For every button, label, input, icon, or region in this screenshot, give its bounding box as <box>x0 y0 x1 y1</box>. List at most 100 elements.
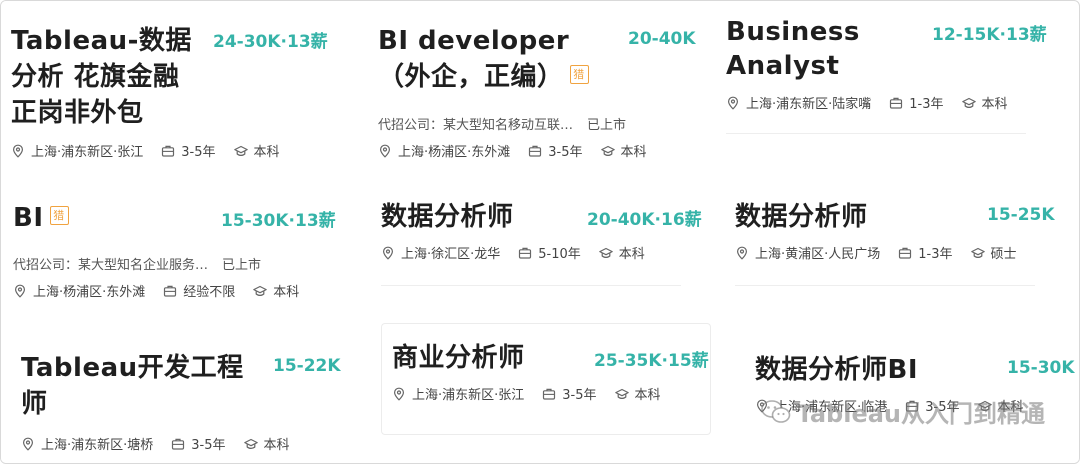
graduation-cap-icon <box>601 144 615 158</box>
graduation-cap-icon <box>615 387 629 401</box>
job-title[interactable]: 数据分析师BI <box>755 352 918 388</box>
job-card[interactable]: Tableau开发工程师 15-22K 上海·浦东新区·塘桥 3-5年 本科 <box>1 326 361 463</box>
experience-text: 1-3年 <box>918 247 953 262</box>
location: 上海·浦东新区·张江 <box>392 384 524 403</box>
job-card[interactable]: 数据分析师 20-40K·16薪 上海·徐汇区·龙华 5-10年 本科 <box>371 181 706 291</box>
job-meta: 上海·杨浦区·东外滩 经验不限 本科 <box>13 281 317 300</box>
briefcase-icon <box>528 144 542 158</box>
experience: 3-5年 <box>171 434 226 453</box>
experience-text: 3-5年 <box>191 438 226 453</box>
location: 上海·浦东新区·塘桥 <box>21 434 153 453</box>
headhunter-badge: 猎 <box>569 65 589 84</box>
education-text: 硕士 <box>990 247 1017 262</box>
education: 本科 <box>234 141 280 160</box>
job-card[interactable]: Tableau-数据分析 花旗金融正岗非外包 24-30K·13薪 上海·浦东新… <box>1 1 361 171</box>
experience: 1-3年 <box>898 243 953 262</box>
location: 上海·浦东新区·陆家嘴 <box>726 93 871 112</box>
education-text: 本科 <box>620 145 647 160</box>
card-divider <box>726 133 1026 134</box>
briefcase-icon <box>898 246 912 260</box>
job-title[interactable]: BI developer （外企，正编）猎 <box>378 23 618 95</box>
job-meta: 上海·浦东新区·陆家嘴 1-3年 本科 <box>726 93 1026 112</box>
experience-text: 5-10年 <box>538 247 581 262</box>
experience-text: 1-3年 <box>909 97 944 112</box>
job-title[interactable]: 商业分析师 <box>392 340 525 376</box>
job-title-text: BI developer （外企，正编） <box>378 26 570 92</box>
briefcase-icon <box>518 246 532 260</box>
education-text: 本科 <box>634 388 661 403</box>
job-card[interactable]: BI 猎 15-30K·13薪 代招公司：某大型知名企业服务… 已上市 上海·杨浦区… <box>1 186 361 311</box>
salary: 20-40K·16薪 <box>587 210 702 230</box>
wechat-watermark: Tableau从入门到精通 <box>760 394 1045 429</box>
job-card[interactable]: 数据分析师 15-25K 上海·黄浦区·人民广场 1-3年 硕士 <box>723 181 1063 291</box>
briefcase-icon <box>542 387 556 401</box>
location-pin-icon <box>726 96 740 110</box>
experience-text: 经验不限 <box>183 285 236 300</box>
briefcase-icon <box>171 437 185 451</box>
job-meta: 上海·浦东新区·张江 3-5年 本科 <box>11 141 298 160</box>
location-text: 上海·杨浦区·东外滩 <box>33 285 146 300</box>
location-pin-icon <box>21 437 35 451</box>
location: 上海·黄浦区·人民广场 <box>735 243 880 262</box>
listed-status: 已上市 <box>222 258 262 273</box>
job-title[interactable]: 数据分析师 <box>381 199 514 235</box>
experience: 经验不限 <box>163 281 235 300</box>
education: 硕士 <box>971 243 1017 262</box>
experience: 3-5年 <box>161 141 216 160</box>
job-meta: 上海·浦东新区·张江 3-5年 本科 <box>392 384 679 403</box>
experience: 3-5年 <box>528 141 583 160</box>
briefcase-icon <box>889 96 903 110</box>
experience: 3-5年 <box>542 384 597 403</box>
location: 上海·杨浦区·东外滩 <box>13 281 145 300</box>
salary: 15-30K <box>1007 358 1075 378</box>
job-card[interactable]: 商业分析师 25-35K·15薪 上海·浦东新区·张江 3-5年 本科 <box>381 323 711 435</box>
education: 本科 <box>599 243 645 262</box>
briefcase-icon <box>163 284 177 298</box>
job-meta: 上海·黄浦区·人民广场 1-3年 硕士 <box>735 243 1035 262</box>
headhunter-badge: 猎 <box>49 206 69 225</box>
location-text: 上海·浦东新区·塘桥 <box>41 438 154 453</box>
education-text: 本科 <box>253 145 280 160</box>
card-divider <box>735 285 1035 286</box>
job-card[interactable]: BI developer （外企，正编）猎 20-40K 代招公司：某大型知名移… <box>366 1 701 171</box>
salary: 20-40K <box>628 29 696 49</box>
salary: 15-30K·13薪 <box>221 211 336 231</box>
agency-name: 代招公司：某大型知名企业服务… <box>13 258 209 273</box>
location-pin-icon <box>13 284 27 298</box>
watermark-text: Tableau从入门到精通 <box>796 400 1045 428</box>
education-text: 本科 <box>618 247 645 262</box>
experience-text: 3-5年 <box>181 145 216 160</box>
job-title[interactable]: Tableau开发工程师 <box>21 350 251 422</box>
location-text: 上海·浦东新区·陆家嘴 <box>746 97 872 112</box>
location: 上海·徐汇区·龙华 <box>381 243 500 262</box>
wechat-icon <box>760 399 790 423</box>
job-title[interactable]: BI 猎 <box>13 200 69 236</box>
location: 上海·浦东新区·张江 <box>11 141 143 160</box>
agency-info: 代招公司：某大型知名企业服务… 已上市 <box>13 254 261 273</box>
education: 本科 <box>615 384 661 403</box>
job-title[interactable]: 数据分析师 <box>735 199 868 235</box>
graduation-cap-icon <box>253 284 267 298</box>
job-meta: 上海·徐汇区·龙华 5-10年 本科 <box>381 243 663 262</box>
experience-text: 3-5年 <box>548 145 583 160</box>
location-pin-icon <box>735 246 749 260</box>
job-card[interactable]: Business Analyst 12-15K·13薪 上海·浦东新区·陆家嘴 … <box>714 1 1054 171</box>
location-pin-icon <box>392 387 406 401</box>
education-text: 本科 <box>263 438 290 453</box>
salary: 15-22K <box>273 356 341 376</box>
location-pin-icon <box>11 144 25 158</box>
experience: 5-10年 <box>518 243 581 262</box>
salary: 12-15K·13薪 <box>932 25 1047 45</box>
education-text: 本科 <box>273 285 300 300</box>
location-text: 上海·浦东新区·张江 <box>412 388 525 403</box>
location-pin-icon <box>378 144 392 158</box>
job-grid: Tableau-数据分析 花旗金融正岗非外包 24-30K·13薪 上海·浦东新… <box>0 0 1080 464</box>
graduation-cap-icon <box>962 96 976 110</box>
location-text: 上海·杨浦区·东外滩 <box>398 145 511 160</box>
education: 本科 <box>962 93 1008 112</box>
education-text: 本科 <box>981 97 1008 112</box>
job-title[interactable]: Business Analyst <box>726 15 876 83</box>
job-title[interactable]: Tableau-数据分析 花旗金融正岗非外包 <box>11 23 201 131</box>
location-text: 上海·徐汇区·龙华 <box>401 247 501 262</box>
location-text: 上海·黄浦区·人民广场 <box>755 247 881 262</box>
